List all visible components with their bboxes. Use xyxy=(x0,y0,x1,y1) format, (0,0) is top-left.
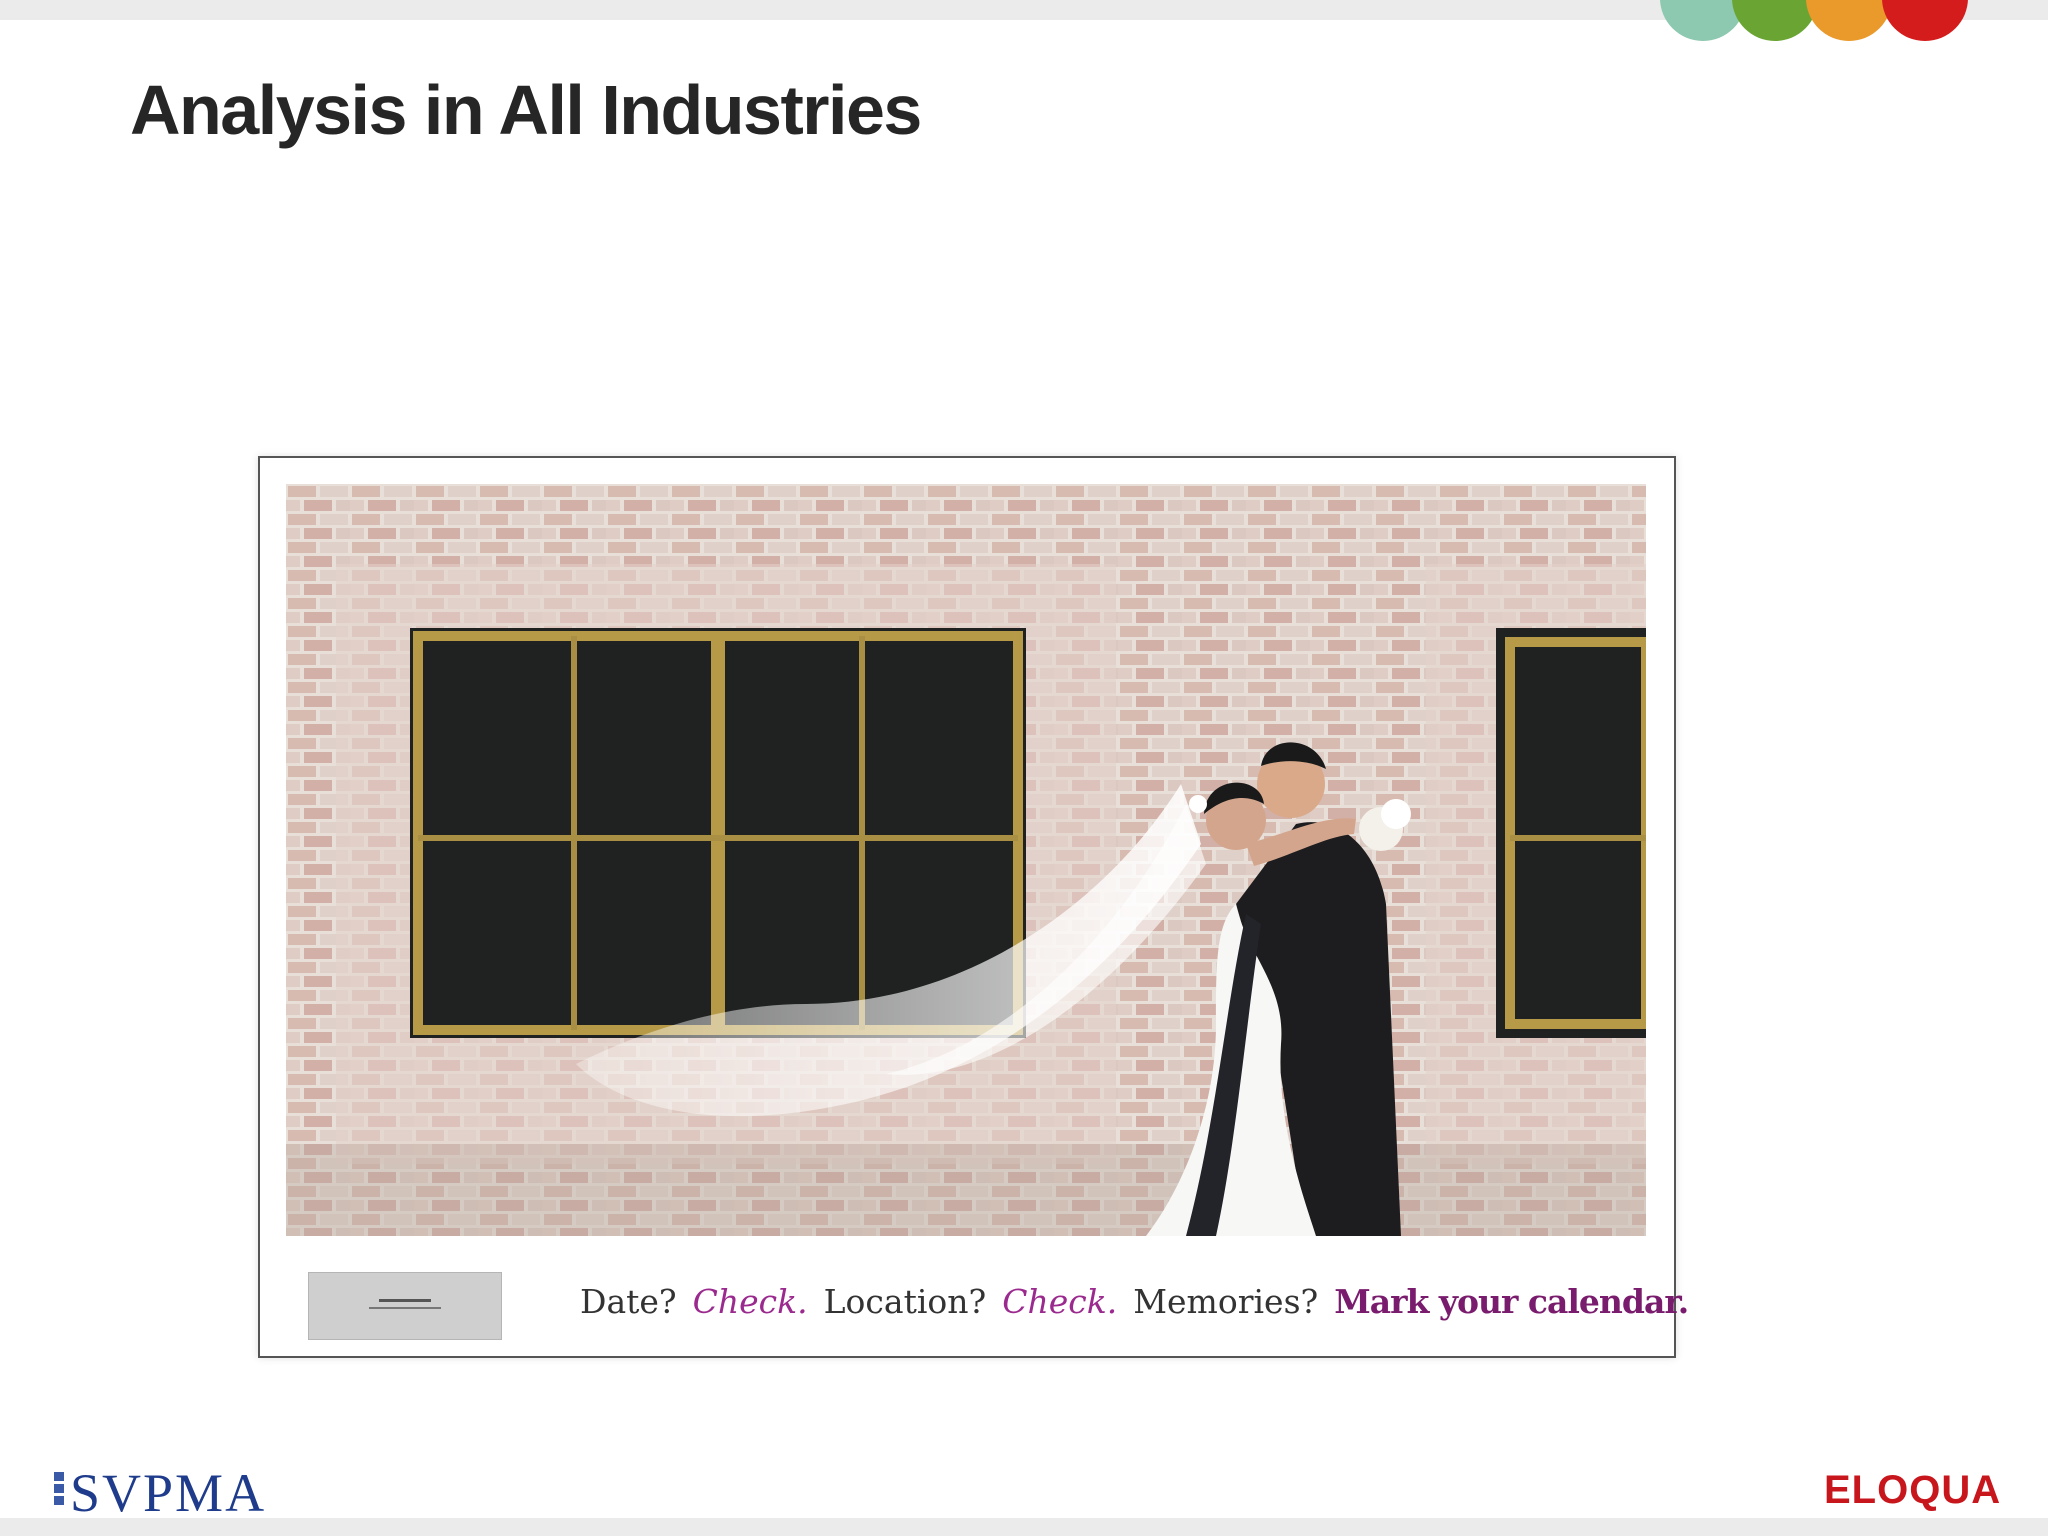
advertiser-logo-placeholder xyxy=(308,1272,502,1340)
brand-circles-decor xyxy=(1660,0,2000,45)
ad-tagline: Date? Check. Location? Check. Memories? Mark … xyxy=(580,1282,1689,1321)
wedding-couple-brick-wall-photo xyxy=(286,484,1646,1236)
bottom-decor-bar xyxy=(0,1518,2048,1536)
circle-green xyxy=(1732,0,1818,41)
svpma-bars-icon xyxy=(54,1472,64,1516)
tagline-question-memories: Memories? xyxy=(1133,1282,1319,1321)
logo-line-2 xyxy=(369,1307,441,1309)
tagline-check-1: Check. xyxy=(692,1282,808,1321)
tagline-question-location: Location? xyxy=(823,1282,987,1321)
svpma-logo-text: SVPMA xyxy=(70,1463,267,1523)
tagline-question-date: Date? xyxy=(580,1282,677,1321)
tagline-call-to-action: Mark your calendar. xyxy=(1334,1282,1689,1321)
ad-footer: Date? Check. Location? Check. Memories? Mark … xyxy=(260,1242,1689,1356)
slide-title: Analysis in All Industries xyxy=(130,71,922,149)
eloqua-logo: ELOQUA xyxy=(1824,1468,2002,1512)
logo-line-1 xyxy=(379,1299,431,1302)
ad-frame: Date? Check. Location? Check. Memories? Mark … xyxy=(258,456,1689,1358)
tagline-check-2: Check. xyxy=(1002,1282,1118,1321)
circle-orange xyxy=(1806,0,1892,41)
circle-red xyxy=(1882,0,1968,41)
